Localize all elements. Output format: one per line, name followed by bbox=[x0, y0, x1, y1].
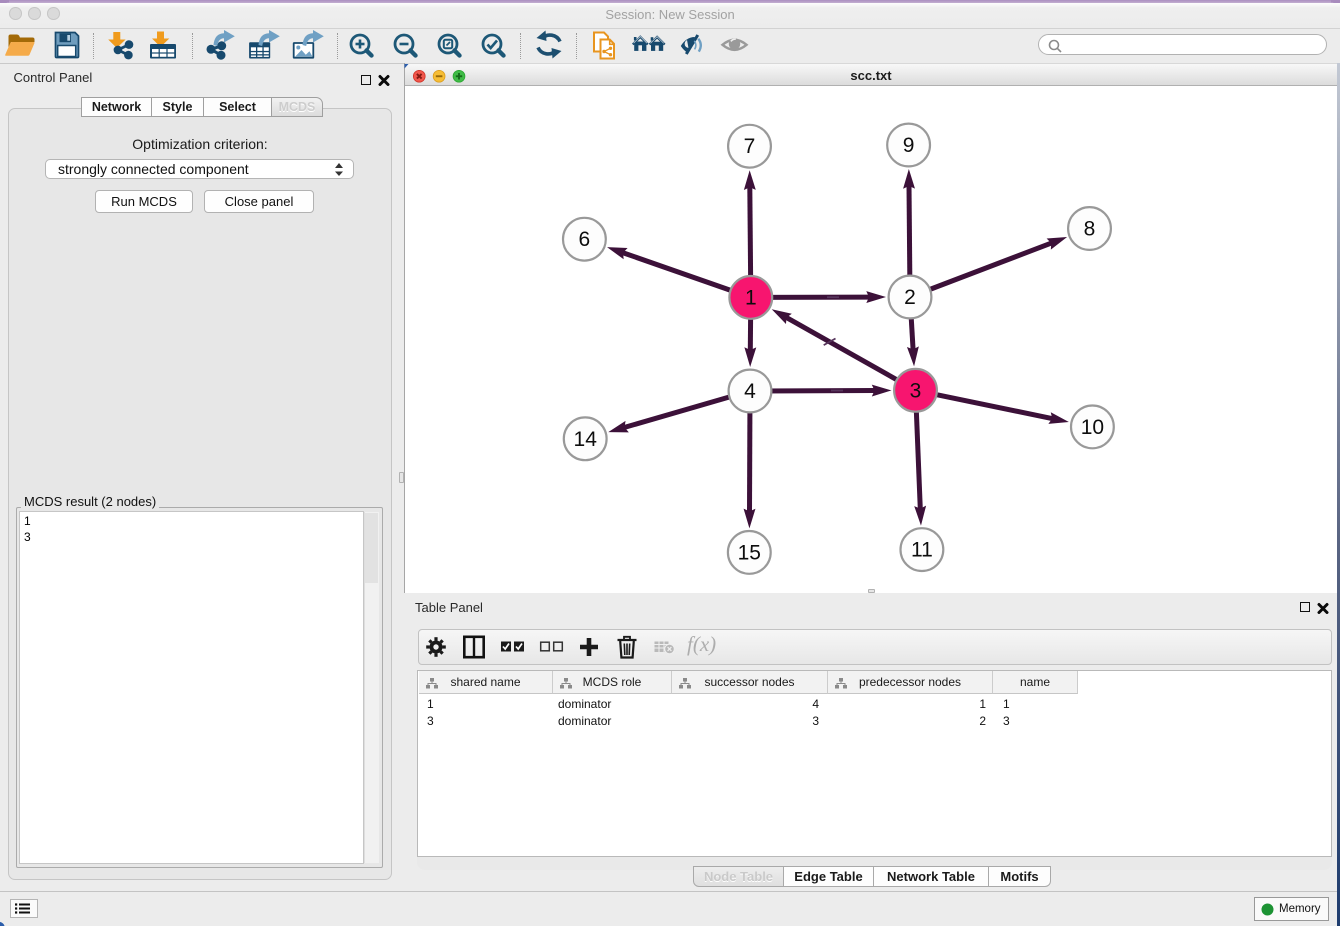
svg-text:15: 15 bbox=[738, 541, 761, 564]
svg-text:11: 11 bbox=[911, 539, 933, 562]
svg-text:1: 1 bbox=[745, 286, 757, 309]
svg-text:3: 3 bbox=[910, 379, 922, 402]
svg-text:9: 9 bbox=[903, 134, 915, 157]
svg-text:14: 14 bbox=[574, 428, 598, 451]
svg-text:2: 2 bbox=[904, 286, 916, 309]
svg-text:10: 10 bbox=[1081, 416, 1104, 439]
svg-text:8: 8 bbox=[1084, 218, 1096, 241]
svg-text:7: 7 bbox=[744, 135, 756, 158]
svg-text:6: 6 bbox=[579, 228, 591, 251]
svg-text:4: 4 bbox=[744, 380, 756, 403]
